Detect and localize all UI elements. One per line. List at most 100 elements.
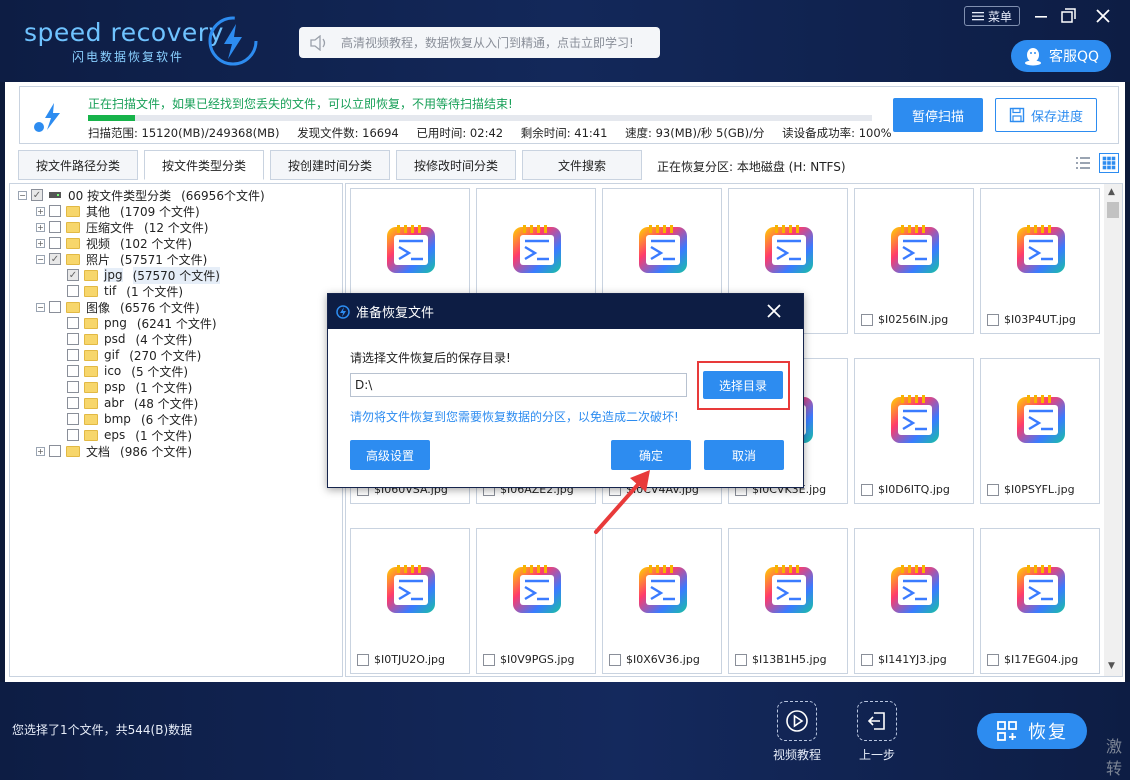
tree-node-eps[interactable]: eps (1 个文件) [10,427,342,443]
save-path-input[interactable]: D:\ [350,373,687,397]
expand-icon[interactable]: + [36,238,45,248]
tree-checkbox[interactable] [49,205,61,217]
grid-view-icon[interactable] [1099,153,1119,173]
file-thumbnail-cell[interactable]: $I0V9PGS.jpg [476,528,596,674]
cancel-button[interactable]: 取消 [704,440,784,470]
file-checkbox[interactable] [861,313,873,326]
tree-node-root[interactable]: − ✓ 00 按文件类型分类 (66956个文件) [10,187,342,203]
tree-node-document[interactable]: + 文档 (986 个文件) [10,443,342,459]
file-checkbox[interactable] [735,653,747,666]
tree-checkbox[interactable] [67,429,79,441]
scroll-down-icon[interactable]: ▼ [1108,661,1115,671]
tree-node-abr[interactable]: abr (48 个文件) [10,395,342,411]
file-name: $I0D6ITQ.jpg [878,483,950,496]
tree-node-bmp[interactable]: bmp (6 个文件) [10,411,342,427]
tree-checkbox[interactable] [49,221,61,233]
file-checkbox[interactable] [987,313,999,326]
tree-checkbox[interactable] [67,413,79,425]
file-checkbox[interactable] [987,483,999,496]
file-name: $I0256IN.jpg [878,313,949,326]
file-thumbnail-cell[interactable]: $I141YJ3.jpg [854,528,974,674]
choose-directory-button[interactable]: 选择目录 [703,371,783,399]
file-caption: $I0PSYFL.jpg [987,483,1075,496]
file-thumbnail-cell[interactable]: $I0X6V36.jpg [602,528,722,674]
menu-button[interactable]: 菜单 [964,6,1020,26]
customer-service-qq-button[interactable]: 客服QQ [1011,40,1111,72]
file-thumbnail-cell[interactable]: $I0TJU2O.jpg [350,528,470,674]
file-checkbox[interactable] [861,653,873,666]
collapse-icon[interactable]: − [18,190,27,200]
video-tutorial-button[interactable]: 视频教程 [762,701,832,763]
tree-node-jpg[interactable]: ✓ jpg (57570 个文件) [10,266,342,284]
tab-file-search[interactable]: 文件搜索 [522,150,642,180]
tree-node-other[interactable]: + 其他 (1709 个文件) [10,203,342,219]
tree-node-archive[interactable]: + 压缩文件 (12 个文件) [10,219,342,235]
tree-checkbox[interactable] [49,445,61,457]
maximize-icon[interactable] [1058,5,1080,27]
scrollbar-thumb[interactable] [1107,202,1119,218]
tree-node-png[interactable]: png (6241 个文件) [10,315,342,331]
advanced-settings-button[interactable]: 高级设置 [350,440,430,470]
tree-checkbox[interactable] [67,397,79,409]
pause-scan-button[interactable]: 暂停扫描 [893,98,983,132]
dialog-close-icon[interactable] [763,300,785,322]
save-progress-button[interactable]: 保存进度 [995,98,1097,132]
tab-by-path[interactable]: 按文件路径分类 [18,150,138,180]
file-thumbnail-cell[interactable]: $I0PSYFL.jpg [980,358,1100,504]
tree-checkbox[interactable]: ✓ [49,253,61,265]
expand-icon[interactable]: + [36,222,45,232]
file-thumbnail-cell[interactable]: $I0D6ITQ.jpg [854,358,974,504]
tree-checkbox[interactable]: ✓ [67,269,79,281]
tree-checkbox[interactable] [67,333,79,345]
tree-node-photo[interactable]: − ✓ 照片 (57571 个文件) [10,251,342,267]
tree-node-ico[interactable]: ico (5 个文件) [10,363,342,379]
list-view-icon[interactable] [1073,153,1093,173]
expand-icon[interactable]: + [36,446,45,456]
collapse-icon[interactable]: − [36,254,45,264]
recover-button[interactable]: 恢复 [977,713,1087,749]
tree-checkbox[interactable]: ✓ [31,189,43,201]
tree-count: (5 个文件) [131,364,189,379]
tree-checkbox[interactable] [67,365,79,377]
file-thumbnail-cell[interactable]: $I17EG04.jpg [980,528,1100,674]
tree-checkbox[interactable] [67,381,79,393]
file-caption: $I03P4UT.jpg [987,313,1076,326]
tree-checkbox[interactable] [49,301,61,313]
tree-node-psd[interactable]: psd (4 个文件) [10,331,342,347]
tree-checkbox[interactable] [67,317,79,329]
file-checkbox[interactable] [861,483,873,496]
scanning-bolt-icon [34,103,60,132]
tab-by-modified-time[interactable]: 按修改时间分类 [396,150,516,180]
scroll-up-icon[interactable]: ▲ [1108,187,1115,197]
tree-count: (1 个文件) [135,428,193,443]
folder-icon [84,397,98,409]
file-thumbnail-cell[interactable]: $I13B1H5.jpg [728,528,848,674]
tree-count: (102 个文件) [120,236,193,251]
previous-step-button[interactable]: 上一步 [842,701,912,763]
menu-label: 菜单 [987,9,1012,24]
vertical-scrollbar[interactable]: ▲ ▼ [1104,184,1122,676]
tree-checkbox[interactable] [67,285,79,297]
tab-by-created-time[interactable]: 按创建时间分类 [270,150,390,180]
tree-node-video[interactable]: + 视频 (102 个文件) [10,235,342,251]
expand-icon[interactable]: + [36,206,45,216]
file-checkbox[interactable] [609,653,621,666]
tree-checkbox[interactable] [49,237,61,249]
collapse-icon[interactable]: − [36,302,45,312]
file-checkbox[interactable] [987,653,999,666]
tree-checkbox[interactable] [67,349,79,361]
image-file-icon [1015,393,1067,445]
tree-node-psp[interactable]: psp (1 个文件) [10,379,342,395]
tree-node-gif[interactable]: gif (270 个文件) [10,347,342,363]
close-icon[interactable] [1092,5,1114,27]
tree-node-image[interactable]: − 图像 (6576 个文件) [10,299,342,315]
minimize-icon[interactable] [1030,5,1052,27]
tab-by-type[interactable]: 按文件类型分类 [144,150,264,180]
file-thumbnail-cell[interactable]: $I0256IN.jpg [854,188,974,334]
file-checkbox[interactable] [483,653,495,666]
tutorial-notice[interactable]: 高清视频教程，数据恢复从入门到精通，点击立即学习! [299,27,660,58]
file-thumbnail-cell[interactable]: $I03P4UT.jpg [980,188,1100,334]
tree-node-tif[interactable]: tif (1 个文件) [10,283,342,299]
tree-label: tif [104,284,117,298]
file-checkbox[interactable] [357,653,369,666]
